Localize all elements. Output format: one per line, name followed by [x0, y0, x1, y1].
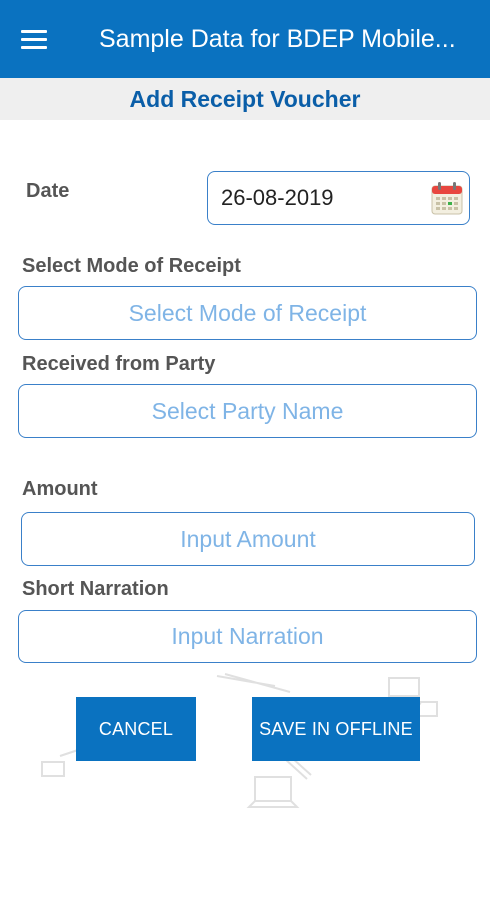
party-select[interactable]: Select Party Name	[18, 384, 477, 438]
save-offline-button[interactable]: SAVE IN OFFLINE	[252, 697, 420, 761]
app-title: Sample Data for BDEP Mobile...	[99, 25, 456, 53]
page-heading: Add Receipt Voucher	[0, 78, 490, 120]
mode-of-receipt-select[interactable]: Select Mode of Receipt	[18, 286, 477, 340]
mode-of-receipt-label: Select Mode of Receipt	[22, 255, 241, 277]
amount-input[interactable]: Input Amount	[21, 512, 475, 566]
hamburger-menu-icon	[21, 29, 47, 49]
network-decoration-icon	[216, 673, 291, 693]
party-label: Received from Party	[22, 353, 216, 375]
calendar-icon[interactable]	[430, 180, 464, 216]
date-picker-field[interactable]: 26-08-2019	[207, 171, 470, 225]
laptop-decoration-icon	[246, 756, 312, 808]
cancel-button[interactable]: CANCEL	[76, 697, 196, 761]
date-label: Date	[26, 180, 70, 202]
narration-input[interactable]: Input Narration	[18, 610, 477, 663]
app-bar: Sample Data for BDEP Mobile...	[0, 0, 490, 78]
narration-placeholder: Input Narration	[171, 623, 324, 649]
amount-label: Amount	[22, 478, 98, 500]
mode-of-receipt-placeholder: Select Mode of Receipt	[128, 299, 367, 326]
date-value: 26-08-2019	[221, 185, 334, 210]
narration-label: Short Narration	[22, 578, 169, 600]
amount-placeholder: Input Amount	[180, 525, 316, 552]
party-placeholder: Select Party Name	[151, 397, 344, 424]
menu-button[interactable]	[14, 20, 54, 58]
